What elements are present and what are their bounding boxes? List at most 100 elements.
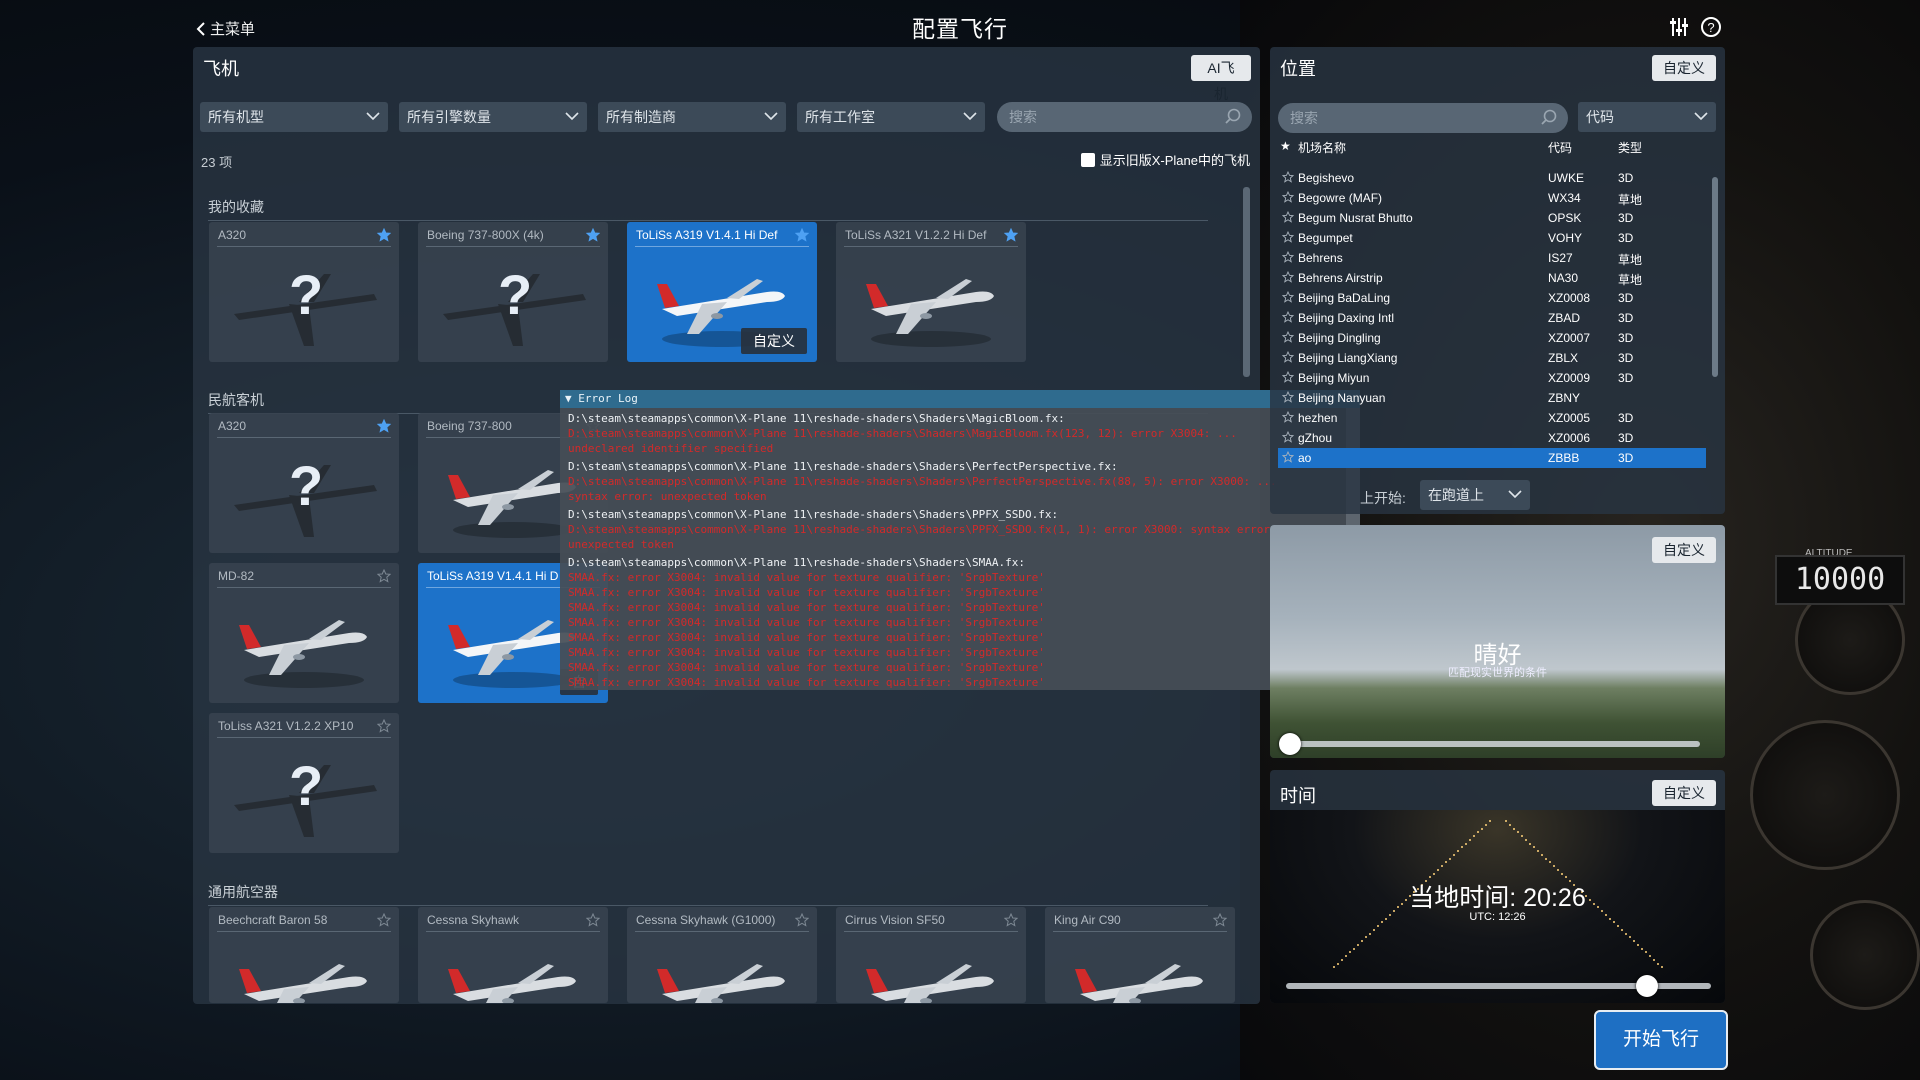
code-dropdown[interactable]: 代码 — [1578, 102, 1716, 132]
favorite-star-icon[interactable] — [1282, 451, 1294, 463]
runway-light — [1477, 831, 1479, 834]
aircraft-card[interactable]: King Air C90 — [1045, 907, 1235, 1003]
favorite-star-icon[interactable] — [377, 419, 391, 433]
airport-row[interactable]: Beijing Daxing Intl ZBAD 3D — [1278, 308, 1706, 328]
favorite-star-icon[interactable] — [1282, 411, 1294, 423]
favorite-star-icon[interactable] — [1282, 231, 1294, 243]
favorite-star-icon[interactable] — [1282, 291, 1294, 303]
error-message: undeclared identifier specified — [568, 442, 774, 455]
aircraft-name: ToLiSs A321 V1.2.2 Hi Def — [845, 228, 987, 242]
col-name[interactable]: 机场名称 — [1298, 139, 1346, 156]
aircraft-card[interactable]: Cirrus Vision SF50 — [836, 907, 1026, 1003]
favorite-star-icon[interactable] — [1282, 331, 1294, 343]
time-custom-button[interactable]: 自定义 — [1652, 780, 1716, 806]
favorite-star-icon[interactable] — [795, 913, 809, 927]
runway-light — [1469, 838, 1471, 841]
error-log-header[interactable]: ▼ Error Log — [560, 390, 1360, 408]
favorite-star-icon[interactable] — [377, 913, 391, 927]
airport-type: 3D — [1618, 451, 1634, 465]
location-custom-button[interactable]: 自定义 — [1652, 55, 1716, 81]
aircraft-card[interactable]: MD-82 — [209, 563, 399, 703]
aircraft-card[interactable]: A320 ? — [209, 413, 399, 553]
airport-row[interactable]: hezhen XZ0005 3D — [1278, 408, 1706, 428]
favorite-star-icon[interactable] — [377, 569, 391, 583]
favorite-star-icon[interactable] — [1282, 171, 1294, 183]
legacy-aircraft-checkbox[interactable]: 显示旧版X-Plane中的飞机 — [1080, 150, 1250, 169]
aircraft-card[interactable]: Cessna Skyhawk — [418, 907, 608, 1003]
airport-row[interactable]: Beijing BaDaLing XZ0008 3D — [1278, 288, 1706, 308]
chevron-down-icon — [565, 112, 579, 121]
aircraft-card[interactable]: Cessna Skyhawk (G1000) — [627, 907, 817, 1003]
settings-sliders-icon[interactable] — [1668, 16, 1690, 38]
aircraft-card[interactable]: Beechcraft Baron 58 — [209, 907, 399, 1003]
help-icon[interactable]: ? — [1700, 16, 1722, 38]
favorite-star-icon[interactable] — [1282, 251, 1294, 263]
aircraft-card[interactable]: ToLiSs A321 V1.2.2 Hi Def — [836, 222, 1026, 362]
aircraft-custom-button[interactable]: 自定义 — [741, 328, 807, 354]
favorite-star-icon[interactable] — [1282, 311, 1294, 323]
airport-search-input[interactable]: 搜索 — [1278, 103, 1568, 133]
airport-row[interactable]: Begum Nusrat Bhutto OPSK 3D — [1278, 208, 1706, 228]
error-log-window: ▼ Error Log D:\steam\steamapps\common\X-… — [560, 390, 1360, 690]
airport-row[interactable]: Begowre (MAF) WX34 草地 — [1278, 188, 1706, 208]
filter-type-dropdown[interactable]: 所有机型 — [200, 102, 388, 132]
filter-engines-dropdown[interactable]: 所有引擎数量 — [399, 102, 587, 132]
checkbox-box[interactable] — [1080, 153, 1095, 167]
aircraft-card[interactable]: ToLiSs A319 V1.4.1 Hi Def 自定义 — [627, 222, 817, 362]
weather-slider-knob[interactable] — [1279, 733, 1301, 755]
airport-row[interactable]: Beijing Nanyuan ZBNY — [1278, 388, 1706, 408]
aircraft-card[interactable]: A320 ? — [209, 222, 399, 362]
airport-row[interactable]: Behrens Airstrip NA30 草地 — [1278, 268, 1706, 288]
ai-aircraft-button[interactable]: AI飞机 — [1191, 55, 1251, 102]
unknown-preview-icon: ? — [498, 263, 533, 326]
col-code[interactable]: 代码 — [1548, 139, 1572, 156]
runway-light — [1333, 966, 1335, 969]
airport-code: ZBLX — [1548, 351, 1579, 365]
start-flight-button[interactable]: 开始飞行 — [1594, 1010, 1728, 1070]
chevron-down-icon — [1694, 112, 1708, 121]
divider — [426, 246, 600, 247]
favorite-star-icon[interactable] — [1282, 211, 1294, 223]
favorite-star-icon[interactable] — [1282, 391, 1294, 403]
aircraft-thumbnail — [448, 964, 576, 1003]
favorite-star-icon[interactable] — [1282, 351, 1294, 363]
filter-manufacturer-dropdown[interactable]: 所有制造商 — [598, 102, 786, 132]
favorite-star-icon[interactable] — [1004, 913, 1018, 927]
favorite-star-icon[interactable] — [1282, 371, 1294, 383]
airport-row[interactable]: ao ZBBB 3D — [1278, 448, 1706, 468]
weather-custom-button[interactable]: 自定义 — [1652, 537, 1716, 563]
runway-light — [1641, 947, 1643, 950]
filter-studio-dropdown[interactable]: 所有工作室 — [797, 102, 985, 132]
airport-row[interactable]: Beijing Dingling XZ0007 3D — [1278, 328, 1706, 348]
filter-type-label: 所有机型 — [208, 109, 264, 125]
favorite-column-icon[interactable]: ★ — [1280, 139, 1291, 153]
runway-light — [1521, 835, 1523, 837]
aircraft-search-input[interactable]: 搜索 — [997, 102, 1252, 132]
col-type[interactable]: 类型 — [1618, 139, 1642, 156]
favorite-star-icon[interactable] — [1282, 431, 1294, 443]
airport-row[interactable]: Behrens IS27 草地 — [1278, 248, 1706, 268]
aircraft-card[interactable]: Boeing 737-800X (4k) ? — [418, 222, 608, 362]
favorite-star-icon[interactable] — [1213, 913, 1227, 927]
start-position-dropdown[interactable]: 在跑道上 — [1420, 480, 1530, 510]
weather-slider[interactable] — [1290, 741, 1700, 747]
airport-name: Begum Nusrat Bhutto — [1298, 211, 1413, 225]
runway-light — [1645, 951, 1647, 954]
favorite-star-icon[interactable] — [1004, 228, 1018, 242]
aircraft-scrollbar[interactable] — [1243, 187, 1250, 377]
favorite-star-icon[interactable] — [586, 913, 600, 927]
aircraft-card[interactable]: ToLiss A321 V1.2.2 XP10 ? — [209, 713, 399, 853]
airport-row[interactable]: gZhou XZ0006 3D — [1278, 428, 1706, 448]
favorite-star-icon[interactable] — [377, 719, 391, 733]
favorite-star-icon[interactable] — [377, 228, 391, 242]
runway-light — [1517, 831, 1519, 834]
favorite-star-icon[interactable] — [586, 228, 600, 242]
airport-list-scrollbar[interactable] — [1712, 177, 1718, 377]
airport-row[interactable]: Beijing Miyun XZ0009 3D — [1278, 368, 1706, 388]
airport-row[interactable]: Begumpet VOHY 3D — [1278, 228, 1706, 248]
favorite-star-icon[interactable] — [795, 228, 809, 242]
airport-row[interactable]: Beijing LiangXiang ZBLX 3D — [1278, 348, 1706, 368]
favorite-star-icon[interactable] — [1282, 271, 1294, 283]
airport-row[interactable]: Begishevo UWKE 3D — [1278, 168, 1706, 188]
favorite-star-icon[interactable] — [1282, 191, 1294, 203]
